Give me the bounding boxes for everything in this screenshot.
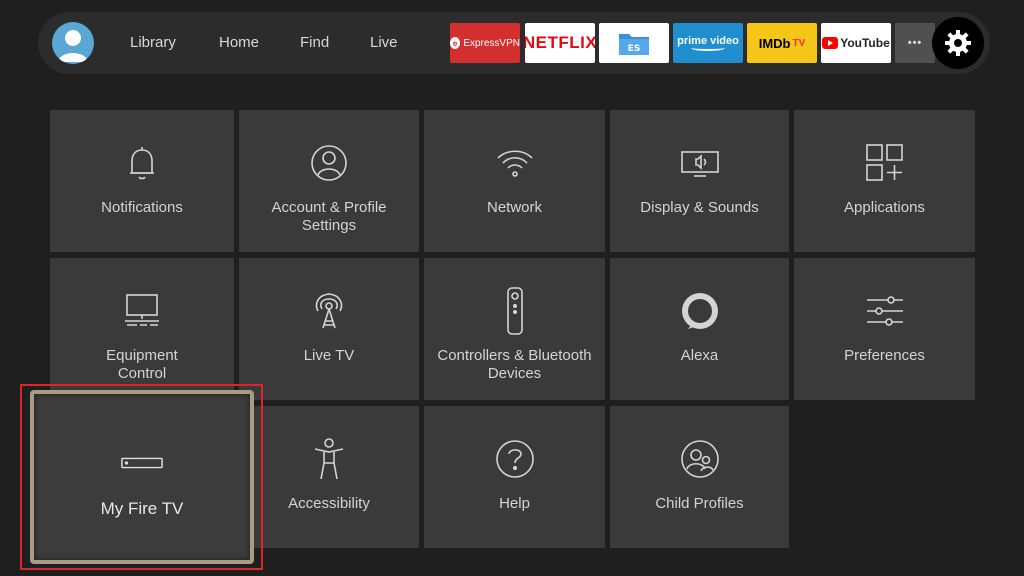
user-icon [308,142,350,184]
tile-display-sounds[interactable]: Display & Sounds [610,110,789,252]
tile-controllers-bluetooth[interactable]: Controllers & Bluetooth Devices [424,258,605,400]
tile-help-label: Help [499,495,530,512]
alexa-icon [679,290,721,332]
wifi-icon [494,142,536,184]
app-imdb-tv-label: TV [792,37,806,49]
tile-display-sounds-label: Display & Sounds [640,199,759,216]
tile-preferences-label: Preferences [844,347,925,364]
tile-equipment-control[interactable]: Equipment Control [50,258,234,400]
tile-child-profiles-label: Child Profiles [655,495,744,512]
tile-live-tv[interactable]: Live TV [239,258,419,400]
tile-preferences[interactable]: Preferences [794,258,975,400]
tile-network-label: Network [486,199,542,216]
tile-equipment-control-label: Equipment Control [106,347,178,382]
tile-controllers-bluetooth-label: Controllers & Bluetooth Devices [437,347,592,382]
app-expressvpn-label: ExpressVPN [463,37,520,49]
tile-notifications-label: Notifications [101,199,183,216]
monitor-icon [121,290,163,332]
app-youtube[interactable]: YouTube [821,23,891,63]
gear-icon [945,30,971,56]
more-apps-button[interactable]: ••• [895,23,935,63]
nav-library[interactable]: Library [130,34,176,51]
expressvpn-logo-icon: e [450,37,461,49]
app-imdb-label: IMDb [758,35,791,51]
tile-account-profile-settings-label: Account & Profile Settings [271,199,387,234]
more-dots-icon: ••• [907,37,923,49]
apps-grid-icon [864,142,906,184]
app-prime-video[interactable]: prime video [673,23,743,63]
app-expressvpn[interactable]: e ExpressVPN [450,23,520,63]
nav-home[interactable]: Home [219,34,259,51]
help-icon [494,438,536,480]
tile-network[interactable]: Network [424,110,605,252]
tile-accessibility[interactable]: Accessibility [239,406,419,548]
tile-applications[interactable]: Applications [794,110,975,252]
tile-notifications[interactable]: Notifications [50,110,234,252]
prime-smile-icon [691,45,725,51]
antenna-icon [308,290,350,332]
profile-avatar[interactable] [52,22,94,64]
app-netflix[interactable]: NETFLIX [525,23,595,63]
nav-find[interactable]: Find [300,34,329,51]
youtube-play-icon [822,37,839,49]
annotation-highlight-box [20,384,263,570]
app-netflix-label: NETFLIX [525,33,595,52]
tile-live-tv-label: Live TV [303,347,355,364]
top-navigation-bar: Library Home Find Live e ExpressVPN NETF… [38,12,990,74]
sliders-icon [864,290,906,332]
tile-applications-label: Applications [844,199,925,216]
folder-icon: ES [619,34,649,55]
remote-icon [494,287,536,335]
tile-accessibility-label: Accessibility [288,495,370,512]
tile-help[interactable]: Help [424,406,605,548]
bell-icon [121,142,163,184]
child-profiles-icon [679,438,721,480]
accessibility-icon [308,438,350,480]
user-avatar-icon [58,30,88,62]
settings-button[interactable] [932,17,984,69]
tile-alexa[interactable]: Alexa [610,258,789,400]
nav-live[interactable]: Live [370,34,398,51]
tile-child-profiles[interactable]: Child Profiles [610,406,789,548]
app-es-file-explorer[interactable]: ES [599,23,669,63]
app-imdb-tv[interactable]: IMDb TV [747,23,817,63]
svg-text:ES: ES [628,44,641,54]
tile-account-profile-settings[interactable]: Account & Profile Settings [239,110,419,252]
app-youtube-label: YouTube [840,36,890,50]
display-sound-icon [679,142,721,184]
tile-alexa-label: Alexa [680,347,719,364]
